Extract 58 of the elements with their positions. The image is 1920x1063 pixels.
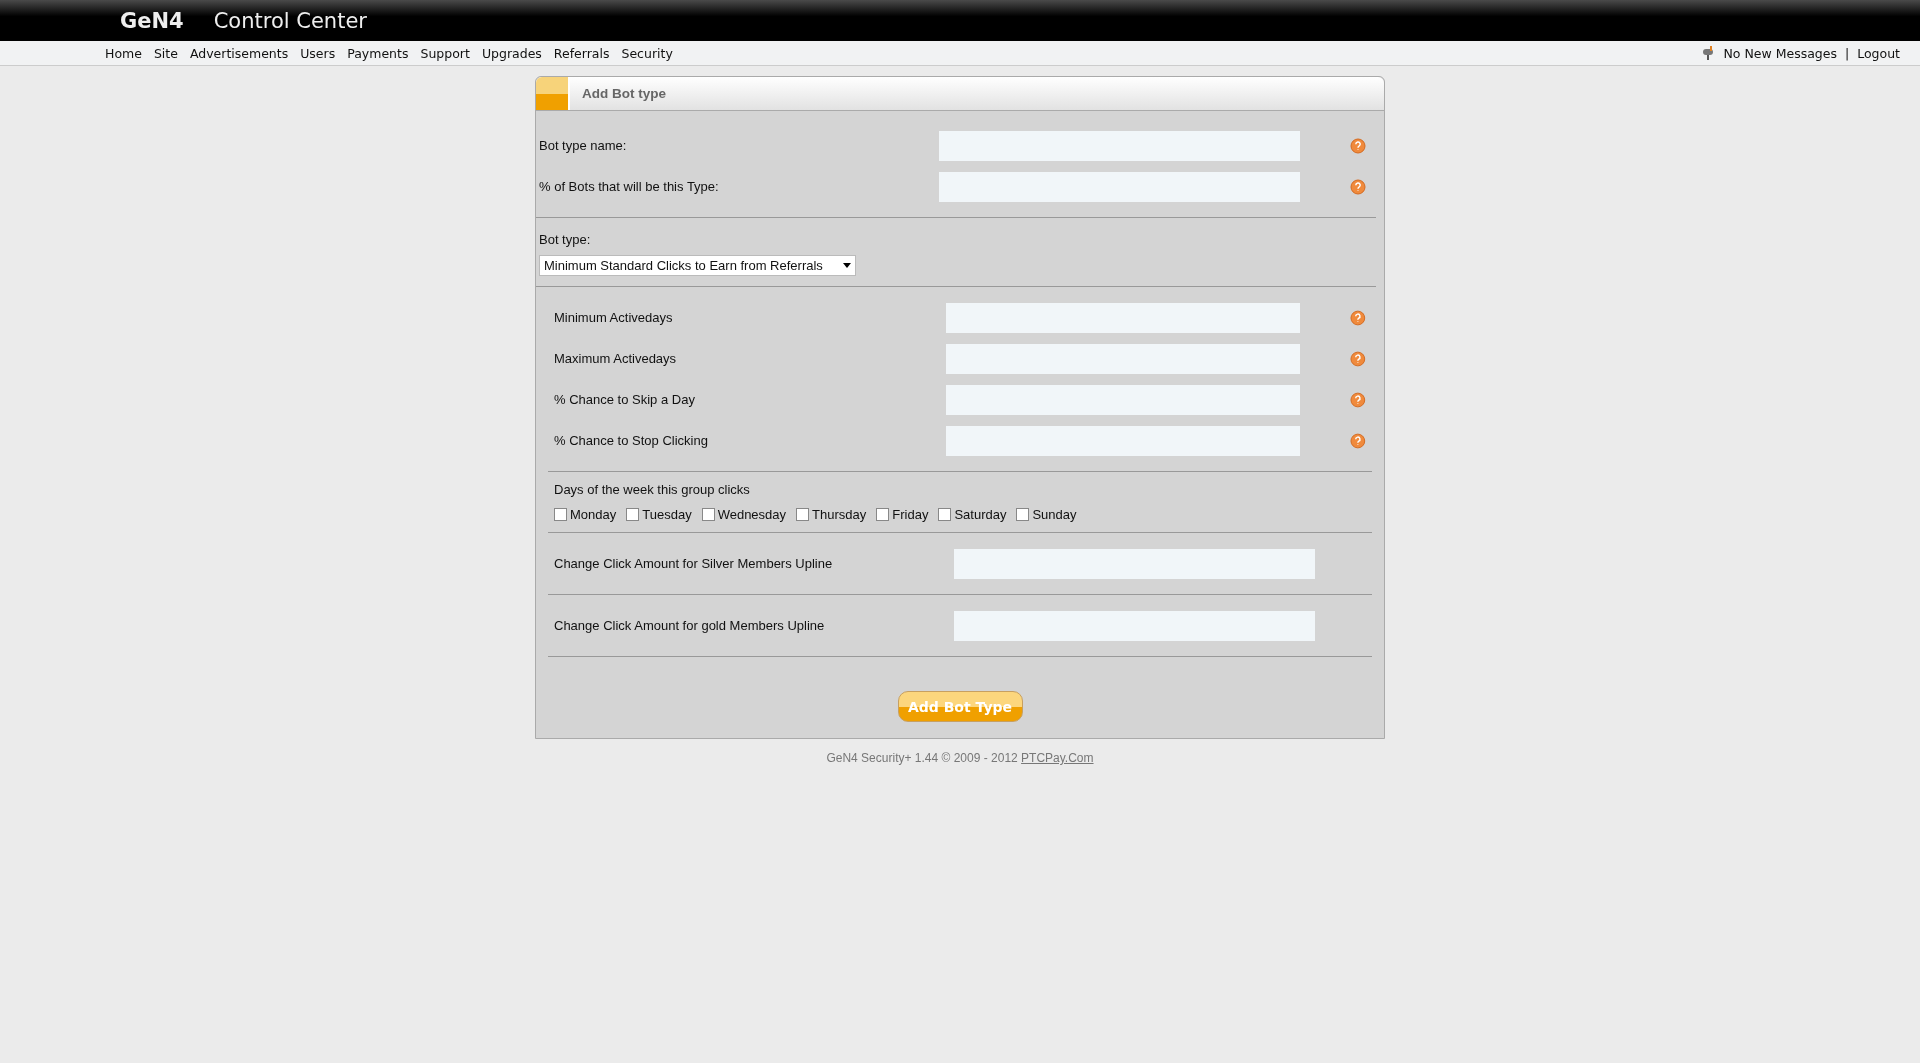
- field-label: Minimum Activedays: [554, 310, 674, 325]
- day-checkbox[interactable]: Wednesday: [701, 507, 787, 522]
- input-field[interactable]: [946, 384, 1301, 415]
- checkbox[interactable]: [701, 508, 715, 521]
- nav-link[interactable]: Upgrades: [481, 45, 542, 61]
- caret-icon: [842, 263, 851, 268]
- app-title: Control Center: [213, 8, 367, 33]
- field-label: % Chance to Stop Clicking: [554, 433, 709, 448]
- checkbox[interactable]: [938, 508, 952, 521]
- checkbox[interactable]: [554, 508, 567, 521]
- nav-link[interactable]: Site: [153, 45, 178, 61]
- field-label: % Chance to Skip a Day: [554, 392, 696, 407]
- nav-link[interactable]: Home: [105, 45, 142, 61]
- nav-link[interactable]: Payments: [347, 45, 409, 61]
- help-icon[interactable]: [1350, 432, 1366, 449]
- help-icon[interactable]: [1350, 391, 1366, 408]
- nav-link[interactable]: Users: [300, 45, 336, 61]
- bot-type-dropdown[interactable]: Minimum Standard Clicks to Earn from Referrals: [539, 255, 856, 276]
- field-label: Change Click Amount for gold Members Upline: [554, 618, 826, 633]
- input-field[interactable]: [946, 343, 1301, 374]
- footer-link[interactable]: PTCPay.Com: [1021, 751, 1094, 765]
- messages-link[interactable]: No New Messages: [1723, 45, 1837, 61]
- nav-link[interactable]: Referrals: [553, 45, 610, 61]
- input-field[interactable]: [954, 548, 1315, 579]
- input-field[interactable]: [939, 171, 1300, 202]
- footer-text: GeN4 Security+ 1.44 © 2009 - 2012 PTCPay.Com: [825, 751, 1095, 765]
- checkbox[interactable]: [626, 508, 640, 521]
- day-checkbox[interactable]: Friday: [876, 507, 929, 522]
- field-label: Bot type name:: [539, 138, 628, 153]
- logout-link[interactable]: Logout: [1857, 45, 1900, 61]
- panel-title: Add Bot type: [582, 86, 666, 101]
- separator: |: [1844, 45, 1850, 61]
- day-checkbox[interactable]: Monday: [554, 507, 617, 522]
- day-checkbox[interactable]: Thursday: [796, 507, 867, 522]
- checkbox[interactable]: [876, 508, 890, 521]
- day-checkbox[interactable]: Sunday: [1016, 507, 1077, 522]
- input-field[interactable]: [946, 302, 1301, 333]
- field-label: Bot type:: [539, 232, 591, 247]
- checkbox[interactable]: [796, 508, 810, 521]
- help-icon[interactable]: [1350, 350, 1366, 367]
- field-label: Change Click Amount for Silver Members Upline: [554, 556, 834, 571]
- logo: GeN4: [120, 8, 184, 33]
- help-icon[interactable]: [1350, 178, 1366, 195]
- input-field[interactable]: [954, 610, 1315, 641]
- mailbox-icon: [1701, 46, 1716, 60]
- checkbox[interactable]: [1016, 508, 1030, 521]
- field-label: Maximum Activedays: [554, 351, 678, 366]
- nav-link[interactable]: Security: [621, 45, 673, 61]
- help-icon[interactable]: [1350, 137, 1366, 154]
- nav-link[interactable]: Support: [420, 45, 470, 61]
- input-field[interactable]: [939, 130, 1300, 161]
- help-icon[interactable]: [1350, 309, 1366, 326]
- day-checkbox[interactable]: Saturday: [938, 507, 1007, 522]
- input-field[interactable]: [946, 425, 1301, 456]
- day-checkbox[interactable]: Tuesday: [626, 507, 692, 522]
- nav-link[interactable]: Advertisements: [189, 45, 289, 61]
- field-label: % of Bots that will be this Type:: [539, 179, 720, 194]
- field-label: Days of the week this group clicks: [554, 482, 750, 497]
